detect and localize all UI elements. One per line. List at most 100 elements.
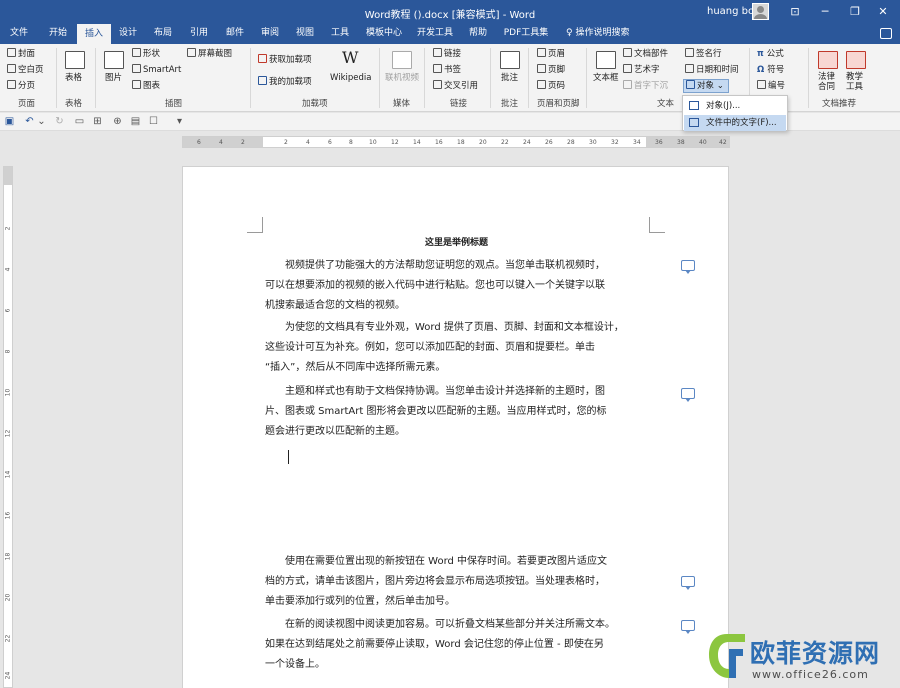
comment-icon[interactable]	[681, 388, 695, 402]
document-heading[interactable]: 这里是举例标题	[183, 235, 730, 248]
signature-line-button[interactable]: 签名行	[685, 48, 722, 60]
footer-button[interactable]: 页脚	[537, 64, 565, 76]
comment-icon[interactable]	[681, 260, 695, 274]
tab-tools[interactable]: 工具	[323, 24, 357, 44]
equation-button[interactable]: π 公式	[757, 48, 784, 60]
tab-template-center[interactable]: 模板中心	[359, 24, 409, 44]
shapes-button[interactable]: 形状	[132, 48, 160, 60]
paragraph-3[interactable]: 主题和样式也有助于文档保持协调。当您单击设计并选择新的主题时，图 片、图表或 S…	[265, 382, 655, 442]
ruler-tick: 38	[677, 139, 685, 146]
ruler-top-margin	[4, 167, 12, 185]
number-icon	[757, 80, 766, 89]
table-button[interactable]: 表格	[65, 72, 82, 84]
tab-pdf-tools[interactable]: PDF工具集	[497, 24, 555, 44]
tab-file[interactable]: 文件	[0, 24, 38, 44]
omega-icon: Ω	[757, 65, 768, 75]
header-button[interactable]: 页眉	[537, 48, 565, 60]
save-icon[interactable]: ▣	[4, 116, 15, 127]
ruler-tick: 24	[523, 139, 531, 146]
vertical-ruler[interactable]: 2 4 6 8 10 12 14 16 18 20 22 24	[3, 166, 13, 688]
quick-parts-button[interactable]: 文档部件	[623, 48, 668, 60]
tab-references[interactable]: 引用	[181, 24, 217, 44]
group-label-text: 文本	[657, 99, 675, 109]
teaching-tools-icon	[846, 51, 866, 69]
page-break-button[interactable]: 分页	[7, 80, 35, 92]
get-addins-button[interactable]: 获取加载项	[258, 54, 312, 66]
paragraph-1[interactable]: 视频提供了功能强大的方法帮助您证明您的观点。当您单击联机视频时， 可以在想要添加…	[265, 256, 655, 316]
cross-reference-button[interactable]: 交叉引用	[433, 80, 478, 92]
document-page[interactable]: 这里是举例标题 视频提供了功能强大的方法帮助您证明您的观点。当您单击联机视频时，…	[182, 166, 729, 688]
link-button[interactable]: 链接	[433, 48, 461, 60]
online-video-button[interactable]: 联机视频	[385, 72, 419, 84]
undo-icon[interactable]: ↶	[24, 116, 35, 127]
tab-design[interactable]: 设计	[112, 24, 144, 44]
tab-view[interactable]: 视图	[288, 24, 322, 44]
redo-icon[interactable]: ↻	[54, 116, 65, 127]
tab-home[interactable]: 开始	[40, 24, 76, 44]
ruler-tick: 34	[633, 139, 641, 146]
menu-item-text-from-file[interactable]: 文件中的文字(F)...	[684, 115, 786, 131]
tab-review[interactable]: 审阅	[253, 24, 287, 44]
tell-me-label: 操作说明搜索	[575, 28, 630, 38]
cover-button[interactable]: 封面	[7, 48, 35, 60]
group-divider	[528, 48, 529, 108]
zoom-icon[interactable]: ⊕	[112, 116, 123, 127]
teaching-tools-button[interactable]: 教学工具	[846, 72, 866, 92]
touch-mode-icon[interactable]: ☐	[148, 116, 159, 127]
page-break-icon	[7, 80, 16, 89]
user-name[interactable]: huang bo	[707, 6, 754, 17]
tab-help[interactable]: 帮助	[461, 24, 495, 44]
restore-icon[interactable]: ❐	[842, 3, 868, 21]
group-divider	[56, 48, 57, 108]
tab-insert[interactable]: 插入	[77, 24, 111, 44]
group-label-comments: 批注	[501, 99, 519, 109]
picture-icon	[104, 51, 124, 69]
group-divider	[586, 48, 587, 108]
ruler-tick: 8	[349, 139, 353, 146]
chart-button[interactable]: 图表	[132, 80, 160, 92]
tell-me-search[interactable]: ♀ 操作说明搜索	[566, 24, 629, 44]
paragraph-2[interactable]: 为使您的文档具有专业外观，Word 提供了页眉、页脚、封面和文本框设计， 这些设…	[265, 318, 655, 378]
ribbon-display-icon[interactable]: ⊡	[782, 3, 808, 21]
print-preview-icon[interactable]: ⊞	[92, 116, 103, 127]
paragraph-5[interactable]: 在新的阅读视图中阅读更加容易。可以折叠文档某些部分并关注所需文本。 如果在达到结…	[265, 615, 655, 675]
my-addins-button[interactable]: 我的加载项	[258, 76, 312, 88]
customize-toolbar-icon[interactable]: ▾	[174, 116, 185, 127]
comment-button[interactable]: 批注	[501, 72, 518, 84]
undo-dropdown-icon[interactable]: ⌄	[36, 116, 47, 127]
tab-developer[interactable]: 开发工具	[411, 24, 459, 44]
comment-icon[interactable]	[681, 576, 695, 590]
ruler-tick: 4	[219, 139, 223, 146]
ruler-tick: 42	[719, 139, 727, 146]
picture-button[interactable]: 图片	[105, 72, 122, 84]
group-divider	[379, 48, 380, 108]
symbol-button[interactable]: Ω 符号	[757, 64, 784, 76]
menu-item-object[interactable]: 对象(J)...	[684, 98, 786, 114]
minimize-icon[interactable]: ─	[812, 3, 838, 21]
smartart-button[interactable]: SmartArt	[132, 64, 181, 76]
close-icon[interactable]: ✕	[870, 3, 896, 21]
blank-page-button[interactable]: 空白页	[7, 64, 44, 76]
number-button[interactable]: 编号	[757, 80, 785, 92]
date-time-button[interactable]: 日期和时间	[685, 64, 739, 76]
wikipedia-button[interactable]: Wikipedia	[330, 72, 371, 84]
drop-cap-button[interactable]: 首字下沉	[623, 80, 668, 92]
object-button[interactable]: 对象 ⌄	[683, 79, 729, 93]
bookmark-button[interactable]: 书签	[433, 64, 461, 76]
comment-icon[interactable]	[681, 620, 695, 634]
tab-mailings[interactable]: 邮件	[218, 24, 252, 44]
legal-contract-button[interactable]: 法律合同	[818, 72, 838, 92]
paragraph-4[interactable]: 使用在需要位置出现的新按钮在 Word 中保存时间。若要更改图片适应文 档的方式…	[265, 552, 655, 612]
tab-layout[interactable]: 布局	[146, 24, 180, 44]
avatar[interactable]	[752, 3, 769, 20]
screenshot-button[interactable]: 屏幕截图	[187, 48, 232, 60]
comments-icon[interactable]	[880, 28, 892, 39]
signature-icon	[685, 48, 694, 57]
open-icon[interactable]: ▤	[130, 116, 141, 127]
horizontal-ruler[interactable]: 6 4 2 2 4 6 8 10 12 14 16 18 20 22 24 26…	[182, 136, 730, 148]
textbox-button[interactable]: 文本框	[593, 72, 619, 84]
wordart-button[interactable]: 艺术字	[623, 64, 660, 76]
page-number-button[interactable]: 页码	[537, 80, 565, 92]
new-doc-icon[interactable]: ▭	[74, 116, 85, 127]
store-icon	[258, 54, 267, 63]
